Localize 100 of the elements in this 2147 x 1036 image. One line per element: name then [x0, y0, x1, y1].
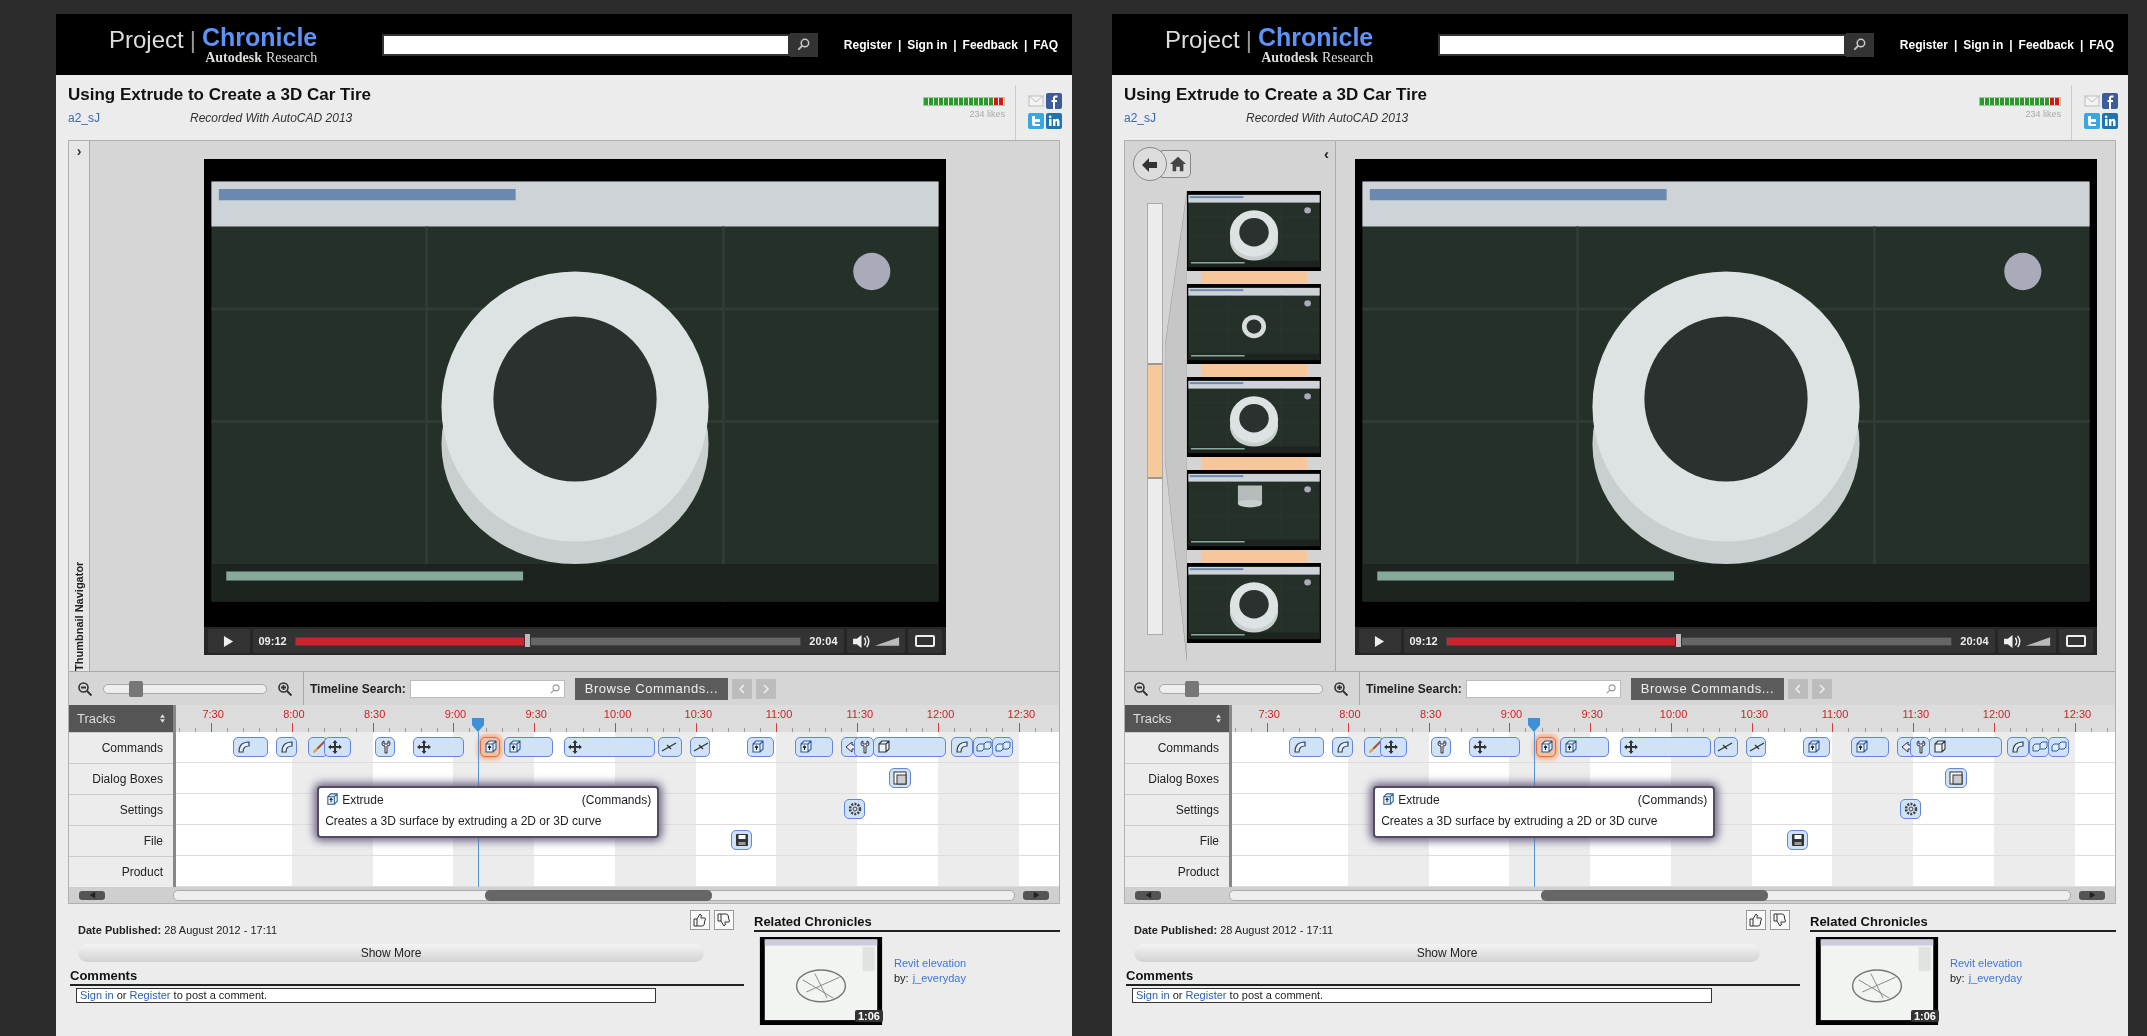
facebook-icon[interactable]	[2102, 93, 2118, 109]
timeline-event[interactable]	[412, 737, 465, 757]
show-more-button[interactable]: Show More	[1134, 944, 1760, 962]
register-link[interactable]: Register	[1185, 989, 1227, 1001]
timeline-search-field[interactable]	[1465, 679, 1621, 698]
logo[interactable]: Project | Chronicle Autodesk Research	[1165, 24, 1438, 65]
collapse-button[interactable]: ‹	[1324, 145, 1329, 162]
header-link[interactable]: Sign in	[1963, 37, 2004, 52]
timeline-event[interactable]	[1899, 799, 1922, 819]
speaker-icon[interactable]	[2002, 633, 2022, 649]
sign-in-link[interactable]: Sign in	[80, 989, 114, 1001]
thumbs-down-icon[interactable]	[714, 910, 734, 930]
fullscreen-button[interactable]	[907, 629, 942, 653]
timeline-event[interactable]	[1746, 737, 1767, 757]
header-link[interactable]: FAQ	[2089, 37, 2114, 52]
back-button[interactable]	[1133, 147, 1167, 181]
home-button[interactable]	[1161, 150, 1191, 178]
header-link[interactable]: Feedback	[2018, 37, 2074, 52]
thumbs-up-icon[interactable]	[1746, 910, 1766, 930]
timeline-event[interactable]	[746, 737, 774, 757]
zoom-slider-handle[interactable]	[129, 680, 144, 697]
register-link[interactable]: Register	[129, 989, 171, 1001]
timeline-event[interactable]	[1851, 737, 1889, 757]
header-link[interactable]: Feedback	[962, 37, 1018, 52]
timeline-event[interactable]	[232, 737, 268, 757]
zoom-in-icon[interactable]	[277, 680, 293, 697]
cubes-icon	[975, 739, 992, 755]
author-link[interactable]: j_everyday	[912, 972, 966, 984]
timeline-event[interactable]	[1431, 737, 1452, 757]
related-link[interactable]: Revit elevation	[1950, 957, 2023, 969]
timeline-event[interactable]	[1468, 737, 1521, 757]
linkedin-icon[interactable]	[1046, 113, 1062, 129]
timeline-event[interactable]	[1331, 737, 1354, 757]
timeline-event[interactable]	[951, 737, 973, 757]
play-button[interactable]	[1358, 629, 1401, 653]
author-link[interactable]: a2_sJ	[1124, 111, 1157, 125]
volume-bars-icon[interactable]	[2024, 635, 2051, 647]
fullscreen-button[interactable]	[2058, 629, 2093, 653]
thumbs-up-icon[interactable]	[690, 910, 710, 930]
facebook-icon[interactable]	[1046, 93, 1062, 109]
show-more-button[interactable]: Show More	[78, 944, 704, 962]
expand-button[interactable]: ›	[76, 141, 82, 159]
timeline-event[interactable]	[275, 737, 298, 757]
search-field[interactable]	[382, 33, 790, 56]
header-link[interactable]: FAQ	[1033, 37, 1058, 52]
timeline-event[interactable]	[1910, 737, 1931, 757]
zoom-slider[interactable]	[1159, 681, 1323, 696]
zoom-out-icon[interactable]	[77, 680, 93, 697]
browse-commands-button[interactable]: Browse Commands...	[1630, 677, 1785, 700]
timeline-event[interactable]	[889, 768, 911, 788]
author-link[interactable]: a2_sJ	[68, 111, 101, 125]
zoom-slider[interactable]	[103, 681, 267, 696]
header-link[interactable]: Register	[843, 37, 892, 52]
timeline-event[interactable]	[1288, 737, 1324, 757]
timeline-event[interactable]	[690, 737, 711, 757]
linkedin-icon[interactable]	[2102, 113, 2118, 129]
seek-handle[interactable]	[524, 632, 532, 648]
timeline-event[interactable]	[1802, 737, 1830, 757]
right-triangle-icon[interactable]	[1031, 890, 1041, 899]
author-link[interactable]: j_everyday	[1968, 972, 2022, 984]
zoom-slider-handle[interactable]	[1185, 680, 1200, 697]
timeline-event[interactable]	[563, 737, 656, 757]
timeline-event[interactable]	[324, 737, 351, 757]
browse-commands-button[interactable]: Browse Commands...	[574, 677, 729, 700]
header-link[interactable]: Sign in	[907, 37, 948, 52]
timeline-event[interactable]	[730, 830, 753, 850]
zoom-out-icon[interactable]	[1133, 680, 1149, 697]
play-button[interactable]	[207, 629, 250, 653]
timeline-event[interactable]	[854, 737, 875, 757]
timeline-event[interactable]	[795, 737, 833, 757]
sign-in-link[interactable]: Sign in	[1136, 989, 1170, 1001]
timeline-search-field[interactable]	[409, 679, 565, 698]
header-link[interactable]: Register	[1899, 37, 1948, 52]
thumbs-down-icon[interactable]	[1770, 910, 1790, 930]
timeline-event[interactable]	[1536, 737, 1557, 757]
timeline-event[interactable]	[1619, 737, 1712, 757]
zoom-in-icon[interactable]	[1333, 680, 1349, 697]
search-button[interactable]	[790, 32, 818, 57]
tracks-dropdown[interactable]: Tracks	[1125, 705, 1229, 732]
playhead-marker[interactable]	[471, 718, 484, 732]
tracks-dropdown[interactable]: Tracks	[69, 705, 173, 732]
timeline-event[interactable]	[843, 799, 866, 819]
timeline-event[interactable]	[1380, 737, 1407, 757]
search-button[interactable]	[1846, 32, 1874, 57]
thumbnail-scrollbar[interactable]	[1147, 203, 1163, 635]
speaker-icon[interactable]	[851, 633, 871, 649]
playhead-marker[interactable]	[1527, 718, 1540, 732]
timeline-event[interactable]	[375, 737, 396, 757]
logo[interactable]: Project | Chronicle Autodesk Research	[109, 24, 382, 65]
scrollbar-thumb[interactable]	[484, 889, 712, 901]
volume-bars-icon[interactable]	[873, 635, 900, 647]
search-field[interactable]	[1438, 33, 1846, 56]
timeline-event[interactable]	[480, 737, 501, 757]
related-link[interactable]: Revit elevation	[894, 957, 967, 969]
seek-handle[interactable]	[1675, 632, 1683, 648]
timeline-event[interactable]	[1786, 830, 1809, 850]
right-triangle-icon[interactable]	[2087, 890, 2097, 899]
timeline-event[interactable]	[1945, 768, 1967, 788]
timeline-event[interactable]	[2007, 737, 2029, 757]
scrollbar-thumb[interactable]	[1540, 889, 1768, 901]
